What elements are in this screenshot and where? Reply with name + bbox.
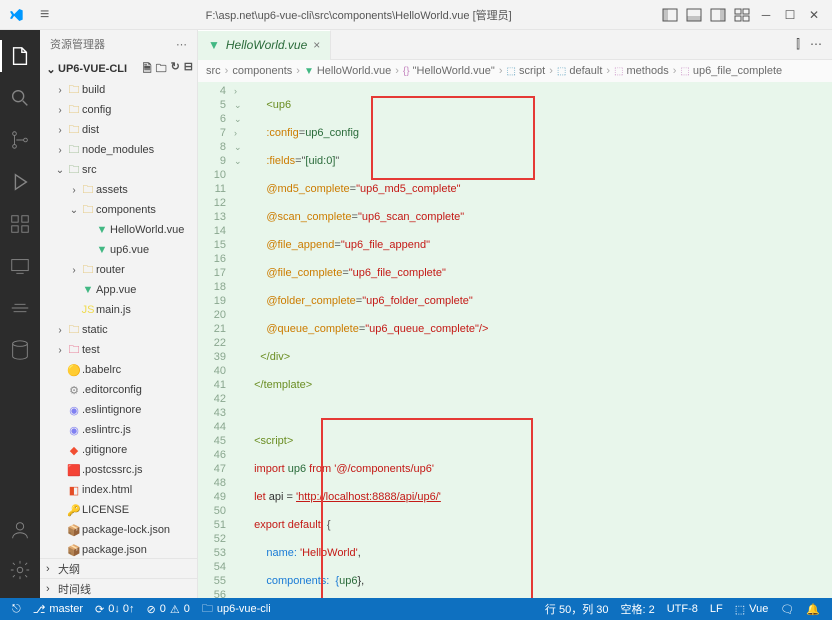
file-tree: ›🗀build ›🗀config ›🗀dist ›🗀node_modules ⌄… — [40, 80, 197, 558]
activitybar — [0, 30, 40, 598]
extensions-icon[interactable] — [0, 204, 40, 244]
folder-config[interactable]: ›🗀config — [40, 100, 197, 120]
folder-indicator[interactable]: 🗀 up6-vue-cli — [196, 600, 277, 619]
sidebar: 资源管理器 ⋯ ⌄ UP6-VUE-CLI 🗎 🗀 ↻ ⊟ ›🗀build ›🗀… — [40, 30, 198, 598]
file-app[interactable]: ▼App.vue — [40, 280, 197, 300]
file-up6[interactable]: ▼up6.vue — [40, 240, 197, 260]
problems[interactable]: ⊘ 0 ⚠ 0 — [141, 603, 196, 616]
file-index[interactable]: ◧index.html — [40, 480, 197, 500]
more-actions-icon[interactable]: ⋯ — [810, 37, 822, 52]
folder-build[interactable]: ›🗀build — [40, 80, 197, 100]
tab-helloworld[interactable]: ▼ HelloWorld.vue × — [198, 30, 331, 60]
maximize-button[interactable]: ☐ — [780, 5, 800, 25]
folder-components[interactable]: ⌄🗀components — [40, 200, 197, 220]
collapse-icon[interactable]: ⊟ — [184, 60, 193, 79]
git-branch[interactable]: ⎇ master — [27, 603, 89, 616]
new-folder-icon[interactable]: 🗀 — [156, 60, 167, 79]
folder-test[interactable]: ›🗀test — [40, 340, 197, 360]
refresh-icon[interactable]: ↻ — [171, 60, 180, 79]
menu-button[interactable]: ≡ — [32, 6, 57, 24]
file-editorconfig[interactable]: ⚙.editorconfig — [40, 380, 197, 400]
docker-icon[interactable] — [0, 288, 40, 328]
vscode-icon — [0, 7, 32, 23]
debug-icon[interactable] — [0, 162, 40, 202]
editor: ▼ HelloWorld.vue × ⫿ ⋯ src› components› … — [198, 30, 832, 598]
close-button[interactable]: ✕ — [804, 5, 824, 25]
file-postcssrc[interactable]: 🟥.postcssrc.js — [40, 460, 197, 480]
feedback-icon[interactable]: 🗨 — [774, 603, 800, 616]
timeline-section[interactable]: ›时间线 — [40, 578, 197, 598]
new-file-icon[interactable]: 🗎 — [143, 60, 152, 79]
language-mode[interactable]: ⬚ Vue — [729, 603, 775, 616]
file-gitignore[interactable]: ◆.gitignore — [40, 440, 197, 460]
fold-gutter[interactable]: ›⌄⌄›⌄⌄ — [234, 82, 248, 598]
indentation[interactable]: 空格: 2 — [615, 601, 661, 617]
account-icon[interactable] — [0, 510, 40, 550]
breadcrumb[interactable]: src› components› ▼HelloWorld.vue› {}"Hel… — [198, 60, 832, 82]
file-pkg[interactable]: 📦package.json — [40, 540, 197, 558]
layout-right-icon[interactable] — [708, 5, 728, 25]
encoding[interactable]: UTF-8 — [661, 603, 704, 615]
file-helloworld[interactable]: ▼HelloWorld.vue — [40, 220, 197, 240]
chevron-down-icon: ⌄ — [44, 63, 58, 76]
more-icon[interactable]: ⋯ — [176, 38, 187, 51]
folder-router[interactable]: ›🗀router — [40, 260, 197, 280]
explorer-icon[interactable] — [0, 36, 40, 76]
remote-indicator[interactable]: ⎋ — [6, 603, 27, 616]
gutter: 4567891011121314151617181920212239404142… — [198, 82, 234, 598]
git-sync[interactable]: ⟳ 0↓ 0↑ — [89, 603, 141, 616]
minimize-button[interactable]: ─ — [756, 5, 776, 25]
folder-node-modules[interactable]: ›🗀node_modules — [40, 140, 197, 160]
cursor-position[interactable]: 行 50，列 30 — [539, 601, 615, 617]
source-control-icon[interactable] — [0, 120, 40, 160]
folder-dist[interactable]: ›🗀dist — [40, 120, 197, 140]
split-editor-icon[interactable]: ⫿ — [796, 37, 800, 52]
minimap[interactable] — [808, 82, 832, 598]
layout-grid-icon[interactable] — [732, 5, 752, 25]
eol[interactable]: LF — [704, 603, 729, 615]
close-tab-icon[interactable]: × — [313, 38, 320, 52]
search-icon[interactable] — [0, 78, 40, 118]
code-area[interactable]: 4567891011121314151617181920212239404142… — [198, 82, 832, 598]
file-pkg-lock[interactable]: 📦package-lock.json — [40, 520, 197, 540]
database-icon[interactable] — [0, 330, 40, 370]
outline-section[interactable]: ›大纲 — [40, 558, 197, 578]
notifications-icon[interactable]: 🔔 — [800, 603, 826, 616]
statusbar: ⎋ ⎇ master ⟳ 0↓ 0↑ ⊘ 0 ⚠ 0 🗀 up6-vue-cli… — [0, 598, 832, 620]
project-title[interactable]: ⌄ UP6-VUE-CLI 🗎 🗀 ↻ ⊟ — [40, 58, 197, 80]
file-eslintrc[interactable]: ◉.eslintrc.js — [40, 420, 197, 440]
tabs: ▼ HelloWorld.vue × ⫿ ⋯ — [198, 30, 832, 60]
folder-src[interactable]: ⌄🗀src — [40, 160, 197, 180]
folder-assets[interactable]: ›🗀assets — [40, 180, 197, 200]
folder-static[interactable]: ›🗀static — [40, 320, 197, 340]
code[interactable]: <up6 :config=up6_config :fields="[uid:0]… — [248, 82, 808, 598]
file-main[interactable]: JSmain.js — [40, 300, 197, 320]
settings-icon[interactable] — [0, 550, 40, 590]
sidebar-header: 资源管理器 ⋯ — [40, 30, 197, 58]
remote-icon[interactable] — [0, 246, 40, 286]
layout-bottom-icon[interactable] — [684, 5, 704, 25]
titlebar: ≡ F:\asp.net\up6-vue-cli\src\components\… — [0, 0, 832, 30]
file-babelrc[interactable]: 🟡.babelrc — [40, 360, 197, 380]
layout-left-icon[interactable] — [660, 5, 680, 25]
file-eslintignore[interactable]: ◉.eslintignore — [40, 400, 197, 420]
explorer-label: 资源管理器 — [50, 36, 105, 52]
file-license[interactable]: 🔑LICENSE — [40, 500, 197, 520]
window-title: F:\asp.net\up6-vue-cli\src\components\He… — [57, 7, 660, 23]
